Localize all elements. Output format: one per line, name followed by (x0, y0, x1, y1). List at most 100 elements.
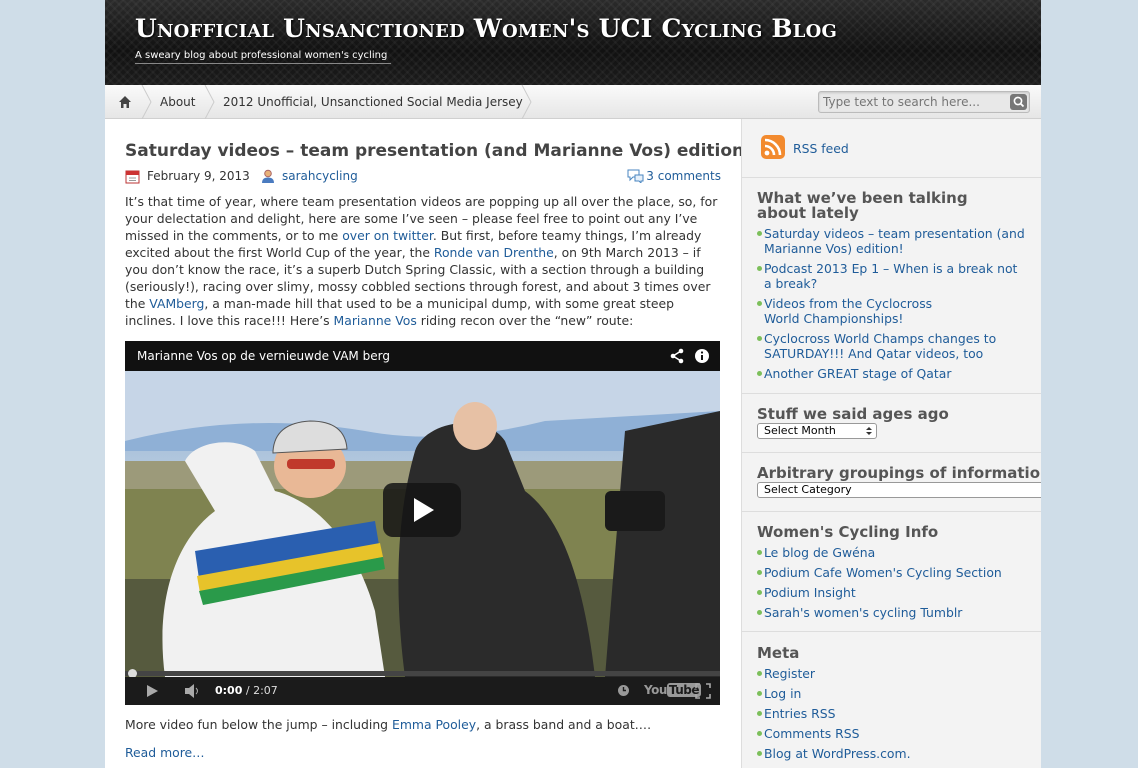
info-link-label[interactable]: Podium Insight (764, 585, 856, 600)
info-link[interactable]: Le blog de Gwéna (757, 545, 1026, 560)
meta-link-label[interactable]: Log in (764, 686, 801, 701)
play-icon (414, 498, 434, 522)
vamberg-link[interactable]: VAMberg (149, 296, 204, 311)
recent-post-link[interactable]: Another GREAT stage of Qatar (757, 366, 1026, 381)
comments-icon (627, 169, 644, 183)
video-time-total: / 2:07 (245, 684, 278, 697)
info-link-label[interactable]: Le blog de Gwéna (764, 545, 875, 560)
archives-select-value: Select Month (764, 424, 836, 437)
post-comments-link[interactable]: 3 comments (646, 169, 721, 183)
bullet (757, 301, 762, 306)
page-wrapper: Unofficial Unsanctioned Women's UCI Cycl… (105, 0, 1041, 768)
recent-post-link[interactable]: Podcast 2013 Ep 1 – When is a break not … (757, 261, 1026, 291)
site-description: A sweary blog about professional women's… (135, 50, 392, 64)
more-video-text: More video fun below the jump – includin… (125, 717, 651, 732)
ronde-van-drenthe-link[interactable]: Ronde van Drenthe (434, 245, 554, 260)
post-body: It’s that time of year, where team prese… (125, 193, 723, 329)
post-date: February 9, 2013 (147, 169, 250, 183)
divider (742, 511, 1041, 512)
meta-link-label[interactable]: Blog at WordPress.com. (764, 746, 911, 761)
recent-post-link[interactable]: Videos from the Cyclocross World Champio… (757, 296, 934, 326)
recent-post-title[interactable]: Saturday videos – team presentation (and… (764, 226, 1025, 256)
recent-post-title[interactable]: Cyclocross World Champs changes to SATUR… (764, 331, 996, 361)
video-player[interactable]: Marianne Vos op de vernieuwde VAM berg 0… (125, 341, 720, 705)
volume-icon[interactable] (183, 683, 203, 699)
bullet (757, 550, 762, 555)
nav-item-social-media-jersey[interactable]: 2012 Unofficial, Unsanctioned Social Med… (223, 85, 523, 119)
divider (742, 393, 1041, 394)
divider (742, 631, 1041, 632)
recent-post-title[interactable]: Podcast 2013 Ep 1 – When is a break not … (764, 261, 1017, 291)
info-link[interactable]: Sarah's women's cycling Tumblr (757, 605, 1026, 620)
video-title[interactable]: Marianne Vos op de vernieuwde VAM berg (137, 349, 390, 363)
search-button[interactable] (1010, 94, 1027, 110)
read-more-link[interactable]: Read more… (125, 745, 205, 760)
bullet (757, 711, 762, 716)
category-select[interactable]: Select Category (757, 482, 1041, 498)
bullet (757, 671, 762, 676)
meta-widget: Meta Register Log in Entries RSS Comment… (757, 644, 1041, 761)
rss-icon[interactable] (761, 135, 785, 159)
recent-post-title[interactable]: Another GREAT stage of Qatar (764, 366, 951, 381)
archives-widget: Stuff we said ages ago Select Month (757, 407, 1041, 439)
bullet (757, 570, 762, 575)
nav-separator (141, 85, 153, 119)
post-meta: February 9, 2013 sarahcycling 3 comments (125, 169, 721, 185)
play-control-icon[interactable] (145, 684, 159, 698)
info-link[interactable]: Podium Cafe Women's Cycling Section (757, 565, 1026, 580)
recent-post-link[interactable]: Cyclocross World Champs changes to SATUR… (757, 331, 1026, 361)
post-author-link[interactable]: sarahcycling (282, 169, 358, 183)
bullet (757, 731, 762, 736)
twitter-link[interactable]: over on twitter (342, 228, 433, 243)
info-icon[interactable] (694, 348, 710, 364)
recent-posts-heading: What we’ve been talking about lately (757, 189, 968, 222)
meta-link-comments-rss[interactable]: Comments RSS (757, 726, 1026, 741)
post-title[interactable]: Saturday videos – team presentation (and… (125, 141, 752, 161)
meta-link-label[interactable]: Register (764, 666, 815, 681)
womens-cycling-info-heading: Women's Cycling Info (757, 523, 939, 541)
categories-heading: Arbitrary groupings of information (757, 464, 1041, 482)
search-input[interactable] (823, 94, 1005, 110)
meta-link-login[interactable]: Log in (757, 686, 1026, 701)
watch-later-icon[interactable] (617, 684, 630, 697)
main-content: Saturday videos – team presentation (and… (105, 119, 752, 768)
archives-month-select[interactable]: Select Month (757, 423, 877, 439)
meta-link-label[interactable]: Entries RSS (764, 706, 835, 721)
home-icon[interactable] (117, 94, 133, 110)
info-link-label[interactable]: Podium Cafe Women's Cycling Section (764, 565, 1002, 580)
video-frame[interactable] (125, 371, 720, 677)
bullet (757, 590, 762, 595)
womens-cycling-info-widget: Women's Cycling Info Le blog de Gwéna Po… (757, 523, 1041, 620)
meta-link-register[interactable]: Register (757, 666, 1026, 681)
bullet (757, 336, 762, 341)
recent-post-link[interactable]: Saturday videos – team presentation (and… (757, 226, 1026, 256)
video-controls: 0:00 / 2:07 You Tube (125, 677, 720, 705)
sidebar: RSS feed What we’ve been talking about l… (741, 119, 1041, 768)
play-button[interactable] (383, 483, 461, 537)
marianne-vos-link[interactable]: Marianne Vos (334, 313, 417, 328)
info-link-label[interactable]: Sarah's women's cycling Tumblr (764, 605, 962, 620)
share-icon[interactable] (669, 348, 685, 364)
recent-posts-widget: What we’ve been talking about lately Sat… (757, 189, 1041, 381)
bullet (757, 751, 762, 756)
search-icon (1013, 96, 1025, 108)
meta-link-wordpress[interactable]: Blog at WordPress.com. (757, 746, 1026, 761)
main-nav: About 2012 Unofficial, Unsanctioned Soci… (105, 85, 1041, 119)
meta-link-label[interactable]: Comments RSS (764, 726, 859, 741)
recent-post-title[interactable]: Videos from the Cyclocross World Champio… (764, 296, 932, 326)
nav-separator (204, 85, 216, 119)
nav-separator (521, 85, 533, 119)
fullscreen-icon[interactable] (695, 683, 711, 699)
info-link[interactable]: Podium Insight (757, 585, 1026, 600)
emma-pooley-link[interactable]: Emma Pooley (392, 717, 476, 732)
divider (742, 177, 1041, 178)
bullet (757, 266, 762, 271)
youtube-logo[interactable]: You Tube (644, 683, 702, 697)
meta-heading: Meta (757, 644, 800, 662)
video-progress-bar[interactable] (125, 669, 720, 678)
meta-link-entries-rss[interactable]: Entries RSS (757, 706, 1026, 721)
rss-feed-link[interactable]: RSS feed (793, 141, 849, 156)
site-title[interactable]: Unofficial Unsanctioned Women's UCI Cycl… (135, 14, 837, 43)
category-select-value: Select Category (764, 483, 852, 496)
nav-item-about[interactable]: About (160, 85, 195, 119)
